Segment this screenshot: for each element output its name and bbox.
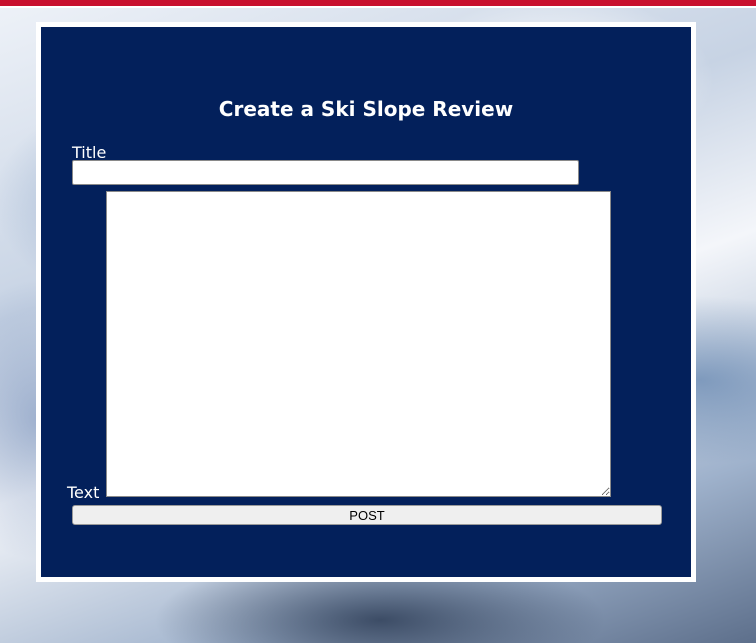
title-input[interactable] <box>72 160 579 185</box>
page-title: Create a Ski Slope Review <box>218 97 514 121</box>
post-button[interactable]: POST <box>72 505 662 525</box>
top-accent-stripe <box>0 0 756 8</box>
review-form-card: Create a Ski Slope Review Title Text POS… <box>36 22 696 582</box>
text-label: Text <box>67 483 100 502</box>
review-form-panel: Create a Ski Slope Review Title Text POS… <box>41 27 691 577</box>
text-area[interactable] <box>106 191 611 497</box>
